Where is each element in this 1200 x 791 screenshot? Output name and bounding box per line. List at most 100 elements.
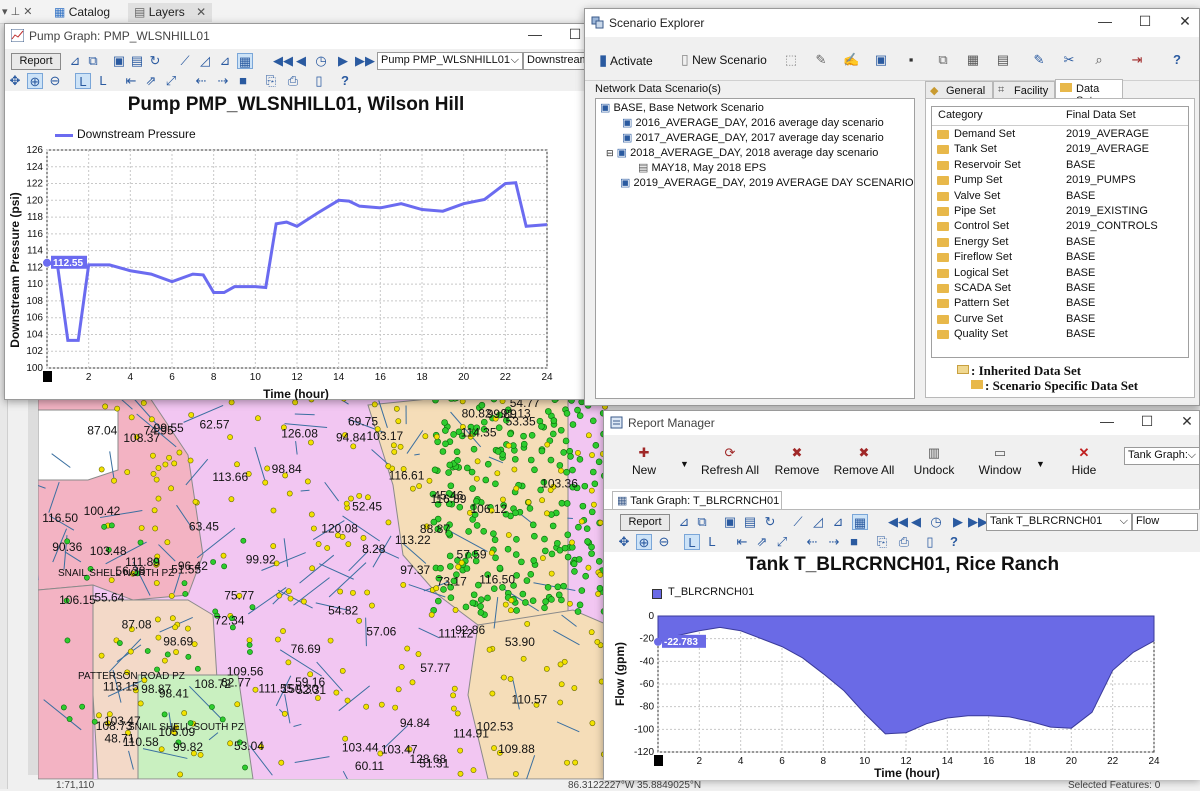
report-button[interactable]: Report xyxy=(620,514,670,531)
junction-node[interactable] xyxy=(545,408,551,414)
junction-node[interactable] xyxy=(513,536,519,542)
grid-row[interactable]: Pipe Set2019_EXISTING xyxy=(932,205,1188,221)
junction-node[interactable] xyxy=(589,630,594,635)
tree-item-2018[interactable]: ⊟ ▣ 2018_AVERAGE_DAY, 2018 average day s… xyxy=(606,146,878,159)
junction-node[interactable] xyxy=(577,413,583,419)
junction-node[interactable] xyxy=(242,765,247,770)
junction-node[interactable] xyxy=(531,557,537,563)
junction-node[interactable] xyxy=(522,599,528,605)
junction-node[interactable] xyxy=(538,423,544,429)
window-button[interactable]: ▭Window xyxy=(974,445,1026,477)
series-icon[interactable]: ⊿ xyxy=(830,514,846,530)
junction-node[interactable] xyxy=(159,747,164,752)
junction-node[interactable] xyxy=(492,537,498,543)
stop-icon[interactable]: ■ xyxy=(846,534,862,550)
junction-node[interactable] xyxy=(357,618,362,623)
junction-node[interactable] xyxy=(99,467,104,472)
junction-node[interactable] xyxy=(591,502,596,507)
junction-node[interactable] xyxy=(410,680,415,685)
junction-node[interactable] xyxy=(434,434,439,439)
junction-node[interactable] xyxy=(287,491,292,496)
junction-node[interactable] xyxy=(529,432,535,438)
next-step-icon[interactable]: ▶ xyxy=(950,514,966,530)
export-icon[interactable]: ⇗ xyxy=(754,534,770,550)
junction-node[interactable] xyxy=(571,568,577,574)
zoom-in-icon[interactable]: ⊕ xyxy=(27,73,43,89)
junction-node[interactable] xyxy=(163,462,168,467)
junction-node[interactable] xyxy=(361,535,366,540)
junction-node[interactable] xyxy=(102,524,107,529)
cursor-point[interactable] xyxy=(43,259,51,267)
paste-icon[interactable]: ▦ xyxy=(965,52,981,68)
junction-node[interactable] xyxy=(521,441,527,447)
next-step-icon[interactable]: ▶ xyxy=(335,53,351,69)
junction-node[interactable] xyxy=(429,612,434,617)
junction-node[interactable] xyxy=(570,422,576,428)
junction-node[interactable] xyxy=(80,704,85,709)
junction-node[interactable] xyxy=(393,705,398,710)
junction-node[interactable] xyxy=(545,442,550,447)
undock-button[interactable]: ▥Undock xyxy=(908,445,960,477)
junction-node[interactable] xyxy=(139,525,144,530)
junction-node[interactable] xyxy=(590,721,595,726)
junction-node[interactable] xyxy=(563,438,569,444)
junction-node[interactable] xyxy=(168,486,173,491)
junction-node[interactable] xyxy=(590,469,596,475)
grid-row[interactable]: Quality SetBASE xyxy=(932,328,1188,344)
junction-node[interactable] xyxy=(565,532,571,538)
junction-node[interactable] xyxy=(453,607,458,612)
junction-node[interactable] xyxy=(271,508,276,513)
junction-node[interactable] xyxy=(427,478,432,483)
arrow-icon[interactable]: ⬚ xyxy=(783,52,799,68)
junction-node[interactable] xyxy=(365,590,370,595)
junction-node[interactable] xyxy=(401,582,406,587)
grid-row[interactable]: Pattern SetBASE xyxy=(932,297,1188,313)
junction-node[interactable] xyxy=(247,649,252,654)
vertical-scrollbar[interactable] xyxy=(28,395,38,775)
junction-node[interactable] xyxy=(173,649,178,654)
junction-node[interactable] xyxy=(432,467,438,473)
pin-icon[interactable]: ▾ ⊥ ✕ xyxy=(2,5,32,18)
junction-node[interactable] xyxy=(539,448,545,454)
tab-layers[interactable]: ▤ Layers ✕ xyxy=(128,3,212,22)
junction-node[interactable] xyxy=(559,500,565,506)
junction-node[interactable] xyxy=(543,599,549,605)
pan-icon[interactable]: ✥ xyxy=(7,73,23,89)
grid-toggle-icon[interactable]: ▦ xyxy=(852,514,868,530)
junction-node[interactable] xyxy=(514,607,520,613)
junction-node[interactable] xyxy=(172,461,177,466)
junction-node[interactable] xyxy=(575,609,581,615)
junction-node[interactable] xyxy=(531,533,537,539)
line-chart-icon[interactable]: ⟋ xyxy=(177,53,193,69)
junction-node[interactable] xyxy=(478,609,484,615)
junction-node[interactable] xyxy=(275,637,280,642)
stop-icon[interactable]: ■ xyxy=(235,73,251,89)
print-icon[interactable]: ⎙ xyxy=(285,73,301,89)
junction-node[interactable] xyxy=(549,551,555,557)
junction-node[interactable] xyxy=(493,555,499,561)
junction-node[interactable] xyxy=(564,469,570,475)
map-view[interactable]: 88.878.2845.46113.15120.08128.68126.0810… xyxy=(38,395,608,779)
new-dropdown-icon[interactable]: ▼ xyxy=(680,459,689,469)
junction-node[interactable] xyxy=(542,605,548,611)
junction-node[interactable] xyxy=(485,461,491,467)
remove-button[interactable]: ✖Remove xyxy=(772,445,822,477)
junction-node[interactable] xyxy=(466,528,472,534)
junction-node[interactable] xyxy=(279,760,284,765)
junction-node[interactable] xyxy=(156,635,161,640)
find-icon[interactable]: ⌕ xyxy=(1091,52,1107,68)
junction-node[interactable] xyxy=(518,559,524,565)
junction-node[interactable] xyxy=(583,573,589,579)
junction-node[interactable] xyxy=(550,431,556,437)
junction-node[interactable] xyxy=(222,564,227,569)
save-as-icon[interactable]: ▤ xyxy=(742,514,758,530)
step-back-icon[interactable]: ⇠ xyxy=(804,534,820,550)
grid-row[interactable]: Valve SetBASE xyxy=(932,190,1188,206)
copy-icon[interactable]: ⧉ xyxy=(935,52,951,68)
tab-general[interactable]: ◆General xyxy=(925,81,993,99)
junction-node[interactable] xyxy=(247,638,252,643)
rename-icon[interactable]: ✍ xyxy=(843,52,859,68)
zoom-in-icon[interactable]: ⊕ xyxy=(636,534,652,550)
align-icon[interactable]: ⇤ xyxy=(734,534,750,550)
previous-step-icon[interactable]: ◀ xyxy=(908,514,924,530)
